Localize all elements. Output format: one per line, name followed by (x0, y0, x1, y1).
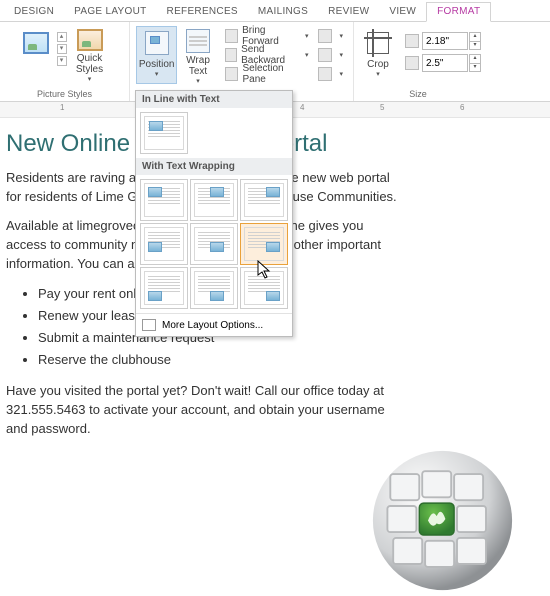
wrap-text-label: Wrap Text (178, 55, 217, 77)
ruler-mark: 4 (300, 103, 304, 112)
width-down[interactable]: ▾ (469, 63, 481, 72)
gallery-more-icon[interactable]: ▾ (57, 56, 67, 66)
popup-section-wrapping: With Text Wrapping (136, 158, 292, 175)
selection-pane-button[interactable]: Selection Pane (221, 64, 313, 83)
pos-inline[interactable] (140, 112, 188, 154)
pos-top-left[interactable] (140, 179, 188, 221)
group-label-size: Size (409, 87, 427, 99)
ribbon-tabs: DESIGN PAGE LAYOUT REFERENCES MAILINGS R… (0, 0, 550, 22)
tab-design[interactable]: DESIGN (4, 3, 64, 21)
position-button[interactable]: Position (136, 26, 177, 84)
more-layout-label: More Layout Options... (162, 320, 263, 331)
pos-top-center[interactable] (190, 179, 238, 221)
wrap-text-button[interactable]: Wrap Text (177, 26, 218, 84)
width-up[interactable]: ▴ (469, 54, 481, 63)
pic-style-preset[interactable] (17, 26, 55, 84)
group-icon (318, 48, 332, 62)
position-dropdown: In Line with Text With Text Wrapping Mor… (135, 90, 293, 337)
ruler-mark: 5 (380, 103, 384, 112)
send-backward-button[interactable]: Send Backward▾ (221, 45, 313, 64)
inserted-image[interactable] (370, 448, 515, 593)
pos-middle-left[interactable] (140, 223, 188, 265)
tab-view[interactable]: VIEW (379, 3, 426, 21)
position-label: Position (139, 59, 175, 70)
doc-p3: Have you visited the portal yet? Don't w… (6, 381, 401, 438)
width-input[interactable] (422, 54, 468, 72)
bring-forward-icon (225, 29, 238, 43)
group-size: Crop ▴▾ ▴▾ Size (354, 22, 482, 101)
tab-review[interactable]: REVIEW (318, 3, 379, 21)
rotate-button[interactable]: ▾ (314, 64, 347, 83)
height-down[interactable]: ▾ (469, 41, 481, 50)
height-up[interactable]: ▴ (469, 32, 481, 41)
more-layout-options[interactable]: More Layout Options... (136, 313, 292, 336)
pos-middle-right[interactable] (240, 223, 288, 265)
layout-options-icon (142, 319, 156, 331)
selection-pane-icon (225, 67, 239, 81)
tab-mailings[interactable]: MAILINGS (248, 3, 318, 21)
align-button[interactable]: ▾ (314, 26, 347, 45)
gallery-up-icon[interactable]: ▴ (57, 32, 67, 42)
pos-middle-center[interactable] (190, 223, 238, 265)
ruler-mark: 1 (60, 103, 64, 112)
align-icon (318, 29, 332, 43)
ruler-mark: 6 (460, 103, 464, 112)
send-backward-icon (225, 48, 237, 62)
quick-styles-button[interactable]: Quick Styles (67, 26, 113, 84)
group-picture-styles: ▴ ▾ ▾ Quick Styles Picture Styles (0, 22, 130, 101)
crop-label: Crop (367, 59, 389, 70)
crop-button[interactable]: Crop (355, 26, 401, 84)
rotate-icon (318, 67, 332, 81)
height-input[interactable] (422, 32, 468, 50)
height-spinner[interactable]: ▴▾ (405, 32, 481, 50)
quick-styles-label: Quick Styles (68, 53, 112, 75)
tab-format[interactable]: FORMAT (426, 2, 491, 22)
group-label-picture-styles: Picture Styles (37, 87, 92, 99)
width-icon (405, 56, 419, 70)
bring-forward-button[interactable]: Bring Forward▾ (221, 26, 313, 45)
pos-bottom-left[interactable] (140, 267, 188, 309)
pos-bottom-right[interactable] (240, 267, 288, 309)
width-spinner[interactable]: ▴▾ (405, 54, 481, 72)
tab-page-layout[interactable]: PAGE LAYOUT (64, 3, 156, 21)
group-button[interactable]: ▾ (314, 45, 347, 64)
tab-references[interactable]: REFERENCES (157, 3, 248, 21)
list-item: Reserve the clubhouse (38, 349, 544, 371)
gallery-down-icon[interactable]: ▾ (57, 44, 67, 54)
pos-top-right[interactable] (240, 179, 288, 221)
pos-bottom-center[interactable] (190, 267, 238, 309)
popup-section-inline: In Line with Text (136, 91, 292, 108)
height-icon (405, 34, 419, 48)
